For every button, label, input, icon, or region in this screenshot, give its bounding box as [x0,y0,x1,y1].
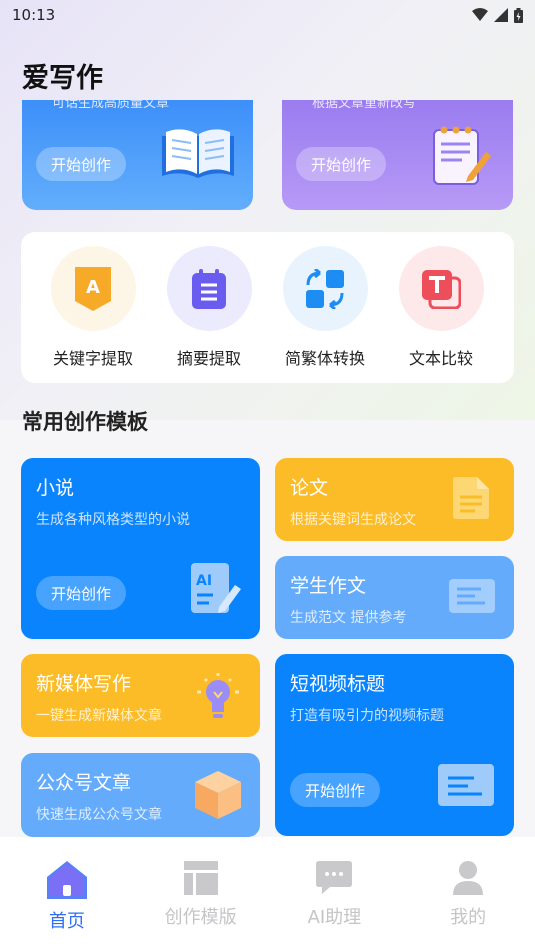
compare-icon [422,269,461,309]
text-box-icon [449,579,495,613]
template-card-short-video[interactable]: 短视频标题 打造有吸引力的视频标题 开始创作 [275,654,514,836]
start-create-button[interactable]: 开始创作 [36,147,126,181]
nav-templates[interactable]: 创作模版 [134,837,268,951]
start-create-button[interactable]: 开始创作 [36,576,126,610]
template-card-paper[interactable]: 论文 根据关键词生成论文 [275,458,514,541]
home-icon [46,861,87,899]
nav-mine[interactable]: 我的 [401,837,535,951]
tool-keyword-extract[interactable]: A 关键字提取 [35,246,151,369]
summary-icon [192,268,226,309]
convert-icon [306,268,344,309]
battery-icon [514,7,523,23]
box-icon [195,771,241,819]
template-title: 短视频标题 [290,673,386,695]
tool-label: 关键字提取 [52,349,133,368]
template-desc: 快速生成公众号文章 [36,807,162,823]
hero-card-subtitle: 可话生成高质量文章 [52,100,170,111]
tool-label: 简繁体转换 [284,349,365,368]
nav-label: AI助理 [307,907,362,928]
tool-icon-circle [398,246,484,331]
template-card-new-media[interactable]: 新媒体写作 一键生成新媒体文章 [21,654,260,737]
bottom-nav: 首页 创作模版 AI助理 我的 [0,837,535,951]
template-desc: 根据关键词生成论文 [290,512,416,528]
template-desc: 一键生成新媒体文章 [36,708,162,724]
start-create-button[interactable]: 开始创作 [290,773,380,807]
app-title: 爱写作 [22,63,103,94]
tool-label: 摘要提取 [176,349,241,368]
svg-text:AI: AI [196,573,212,589]
chat-icon [316,861,353,894]
start-create-button[interactable]: 开始创作 [296,147,386,181]
status-icons [472,7,523,23]
status-bar: 10:13 [0,0,535,30]
tool-text-compare[interactable]: 文本比较 [383,246,499,369]
tool-icon-circle: A [50,246,136,331]
tool-summary-extract[interactable]: 摘要提取 [151,246,267,369]
nav-home[interactable]: 首页 [0,837,134,951]
template-title: 公众号文章 [36,772,132,794]
template-desc: 生成各种风格类型的小说 [36,512,190,528]
nav-ai-assistant[interactable]: AI助理 [268,837,402,951]
template-title: 新媒体写作 [36,673,132,695]
keyword-icon: A [75,266,111,311]
open-book-icon [162,129,234,178]
notepad-pen-icon [433,126,491,185]
nav-label: 我的 [450,907,487,928]
tool-icon-circle [282,246,368,331]
section-title: 常用创作模板 [22,410,148,434]
nav-label: 创作模版 [164,907,237,928]
hero-card-rewrite[interactable]: 根据文章重新改写 开始创作 [282,100,513,210]
signal-icon [494,8,508,22]
tool-convert[interactable]: 简繁体转换 [267,246,383,369]
tools-card: A 关键字提取 摘要提取 简繁体转换 文本比较 [21,232,514,383]
template-desc: 生成范文 提供参考 [290,610,407,626]
template-title: 论文 [290,477,329,499]
hero-card-ai-write[interactable]: 可话生成高质量文章 开始创作 [22,100,253,210]
template-title: 学生作文 [290,575,367,597]
status-time: 10:13 [12,6,56,24]
template-icon [183,861,218,895]
template-desc: 打造有吸引力的视频标题 [290,708,444,724]
ai-doc-icon: AI [191,563,241,613]
document-icon [453,477,489,519]
svg-text:A: A [86,277,100,298]
template-card-essay[interactable]: 学生作文 生成范文 提供参考 [275,556,514,639]
nav-label: 首页 [48,911,85,932]
wifi-icon [472,8,488,21]
lightbulb-icon [197,673,239,718]
template-card-novel[interactable]: 小说 生成各种风格类型的小说 开始创作 AI [21,458,260,639]
user-icon [453,861,484,895]
template-title: 小说 [36,477,75,499]
template-card-wechat-article[interactable]: 公众号文章 快速生成公众号文章 [21,753,260,837]
title-box-icon [438,764,494,806]
tool-label: 文本比较 [408,349,473,368]
hero-card-subtitle: 根据文章重新改写 [312,100,417,111]
tool-icon-circle [166,246,252,331]
